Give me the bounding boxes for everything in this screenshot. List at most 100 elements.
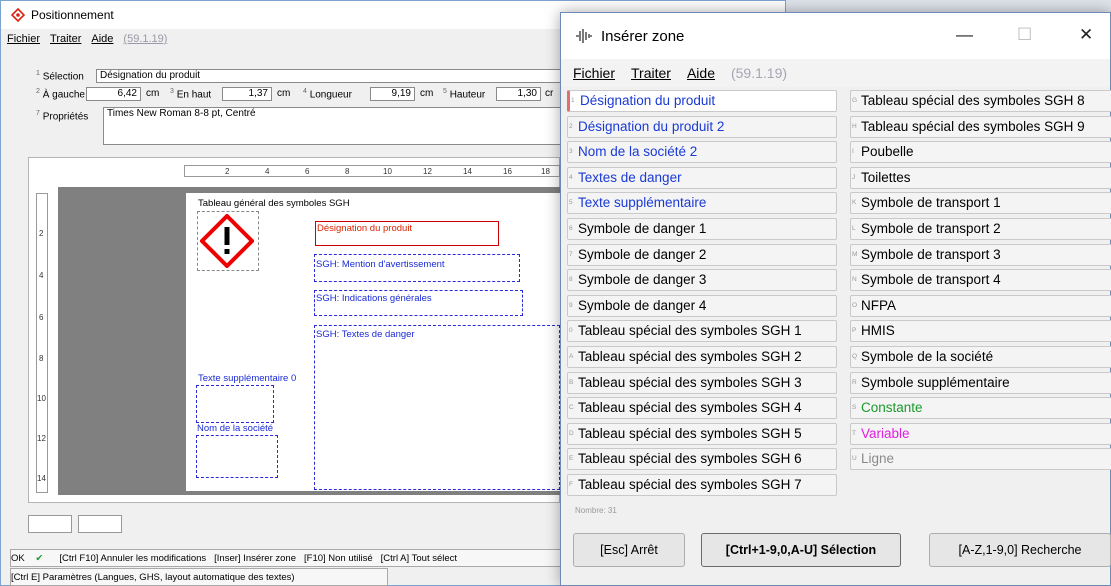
zone-list-item-label: Tableau spécial des symboles SGH 8: [861, 93, 1085, 108]
select-all-button[interactable]: [Ctrl A] Tout sélect: [381, 553, 457, 564]
top-label: 3 En haut: [170, 88, 212, 101]
zone-list-item[interactable]: F Tableau spécial des symboles SGH 7: [567, 474, 837, 496]
zone-list-item[interactable]: J Toilettes: [850, 166, 1111, 189]
zone-list-item[interactable]: O NFPA: [850, 294, 1111, 317]
horizontal-ruler: 2 4 6 8 10 12 14 16 18: [184, 165, 560, 177]
zone-list-item[interactable]: A Tableau spécial des symboles SGH 2: [567, 346, 837, 368]
zone-list-item[interactable]: N Symbole de transport 4: [850, 269, 1111, 292]
settings-button[interactable]: [Ctrl E] Paramètres (Langues, GHS, layou…: [11, 572, 295, 583]
zone-list-item[interactable]: R Symbole supplémentaire: [850, 371, 1111, 394]
zone-list-item[interactable]: L Symbole de transport 2: [850, 218, 1111, 240]
ruler-tick: 18: [541, 167, 550, 176]
shortcut-key: P: [852, 327, 857, 335]
zone-list-item-label: Symbole supplémentaire: [861, 374, 1010, 390]
zone-list-item-label: Constante: [861, 400, 923, 416]
ok-button[interactable]: OK ✔: [11, 553, 51, 564]
zone-list-item[interactable]: T Variable: [850, 422, 1111, 445]
dialog-menu-fichier[interactable]: Fichier: [573, 65, 615, 81]
search-button[interactable]: [A-Z,1-9,0] Recherche: [929, 533, 1111, 567]
zone-list-item-label: Texte supplémentaire: [578, 195, 707, 211]
shortcut-key: 4: [569, 173, 573, 181]
ruler-tick: 8: [39, 354, 44, 363]
zone-list-item-label: Symbole de danger 1: [578, 221, 707, 236]
ruler-tick: 12: [423, 167, 432, 176]
zone-list-item-label: NFPA: [861, 297, 897, 313]
selection-button[interactable]: [Ctrl+1-9,0,A-U] Sélection: [701, 533, 901, 567]
dialog-menu-aide[interactable]: Aide: [687, 65, 715, 81]
shortcut-key: I: [852, 148, 854, 156]
zone-list-item[interactable]: 2 Désignation du produit 2: [567, 115, 837, 138]
stop-button[interactable]: [Esc] Arrêt: [573, 533, 685, 567]
shortcut-key: B: [569, 378, 574, 386]
label-title[interactable]: Tableau général des symboles SGH: [198, 198, 350, 209]
shortcut-key: 6: [569, 225, 573, 232]
ruler-tick: 10: [383, 167, 392, 176]
zone-list-item[interactable]: M Symbole de transport 3: [850, 243, 1111, 266]
zone-list-item[interactable]: B Tableau spécial des symboles SGH 3: [567, 371, 837, 394]
left-field[interactable]: 6,42: [86, 87, 141, 101]
zone-list-item[interactable]: D Tableau spécial des symboles SGH 5: [567, 422, 837, 445]
dialog-menubar: Fichier Traiter Aide (59.1.19): [561, 59, 1110, 87]
maximize-icon[interactable]: ☐: [1017, 25, 1032, 45]
zone-list-item[interactable]: G Tableau spécial des symboles SGH 8: [850, 90, 1111, 112]
zone-list: 1 Désignation du produit 2 Désignation du p…: [565, 90, 1111, 502]
zone-list-item[interactable]: 5 Texte supplémentaire: [567, 192, 837, 215]
ruler-tick: 4: [39, 271, 44, 280]
zone-list-item[interactable]: 3 Nom de la société 2: [567, 141, 837, 164]
zone-list-item-label: Symbole de danger 3: [578, 272, 707, 288]
zone-list-item-label: Symbole de transport 3: [861, 246, 1001, 262]
shortcut-key: K: [852, 199, 857, 207]
status-box-1: [28, 515, 72, 533]
zone-list-item-label: Symbole de transport 2: [861, 221, 1001, 236]
top-field[interactable]: 1,37: [222, 87, 272, 101]
company-zone-text: Nom de la société: [197, 423, 274, 434]
extra-zone[interactable]: [196, 385, 274, 423]
zone-list-item[interactable]: Q Symbole de la société: [850, 346, 1111, 368]
minimize-icon[interactable]: —: [956, 25, 973, 45]
selection-field[interactable]: Désignation du produit: [96, 69, 566, 83]
zone-list-item[interactable]: C Tableau spécial des symboles SGH 4: [567, 397, 837, 420]
zone-list-item[interactable]: 8 Symbole de danger 3: [567, 269, 837, 292]
zone-list-item-label: Symbole de danger 4: [578, 297, 707, 313]
height-field[interactable]: 1,30: [496, 87, 541, 101]
close-icon[interactable]: ✕: [1079, 25, 1093, 45]
ghs-exclamation-icon: [200, 214, 254, 268]
danger-zone[interactable]: [314, 325, 560, 490]
ruler-tick: 8: [345, 167, 350, 176]
menu-traiter[interactable]: Traiter: [50, 33, 81, 45]
company-zone[interactable]: [196, 435, 278, 478]
menu-aide[interactable]: Aide: [91, 33, 113, 45]
zone-list-item[interactable]: H Tableau spécial des symboles SGH 9: [850, 115, 1111, 138]
cancel-changes-button[interactable]: [Ctrl F10] Annuler les modifications: [59, 553, 206, 564]
shortcut-key: 1: [571, 97, 575, 104]
props-field[interactable]: Times New Roman 8-8 pt, Centré: [103, 107, 566, 145]
zone-list-item[interactable]: 0 Tableau spécial des symboles SGH 1: [567, 320, 837, 343]
zone-list-item[interactable]: S Constante: [850, 397, 1111, 420]
zone-list-item-label: Ligne: [861, 451, 895, 467]
zone-list-item-label: Tableau spécial des symboles SGH 2: [578, 349, 802, 364]
zone-list-item[interactable]: K Symbole de transport 1: [850, 192, 1111, 215]
props-label: 7 Propriétés: [36, 110, 89, 123]
zone-list-item[interactable]: U Ligne: [850, 448, 1111, 471]
zone-list-item[interactable]: 4 Textes de danger: [567, 166, 837, 189]
dialog-menu-traiter[interactable]: Traiter: [631, 65, 671, 81]
danger-zone-text: SGH: Textes de danger: [316, 329, 415, 340]
zone-list-item-label: Symbole de la société: [861, 349, 994, 364]
length-field[interactable]: 9,19: [370, 87, 415, 101]
insert-zone-button[interactable]: [Inser] Insérer zone: [214, 553, 296, 564]
shortcut-key: D: [569, 429, 574, 437]
zone-list-item[interactable]: E Tableau spécial des symboles SGH 6: [567, 448, 837, 471]
zone-list-item[interactable]: 6 Symbole de danger 1: [567, 218, 837, 240]
menu-fichier[interactable]: Fichier: [7, 33, 40, 45]
zone-list-item[interactable]: P HMIS: [850, 320, 1111, 343]
shortcut-key: A: [569, 353, 574, 360]
height-unit: cr: [545, 88, 554, 99]
zone-list-item[interactable]: 7 Symbole de danger 2: [567, 243, 837, 266]
unused-button[interactable]: [F10] Non utilisé: [304, 553, 373, 564]
zone-list-item[interactable]: 1 Désignation du produit: [567, 90, 837, 112]
zone-list-item[interactable]: 9 Symbole de danger 4: [567, 294, 837, 317]
shortcut-key: U: [852, 455, 857, 463]
product-zone-text: Désignation du produit: [317, 223, 413, 234]
warning-zone-text: SGH: Mention d'avertissement: [316, 259, 445, 270]
zone-list-item[interactable]: I Poubelle: [850, 141, 1111, 164]
